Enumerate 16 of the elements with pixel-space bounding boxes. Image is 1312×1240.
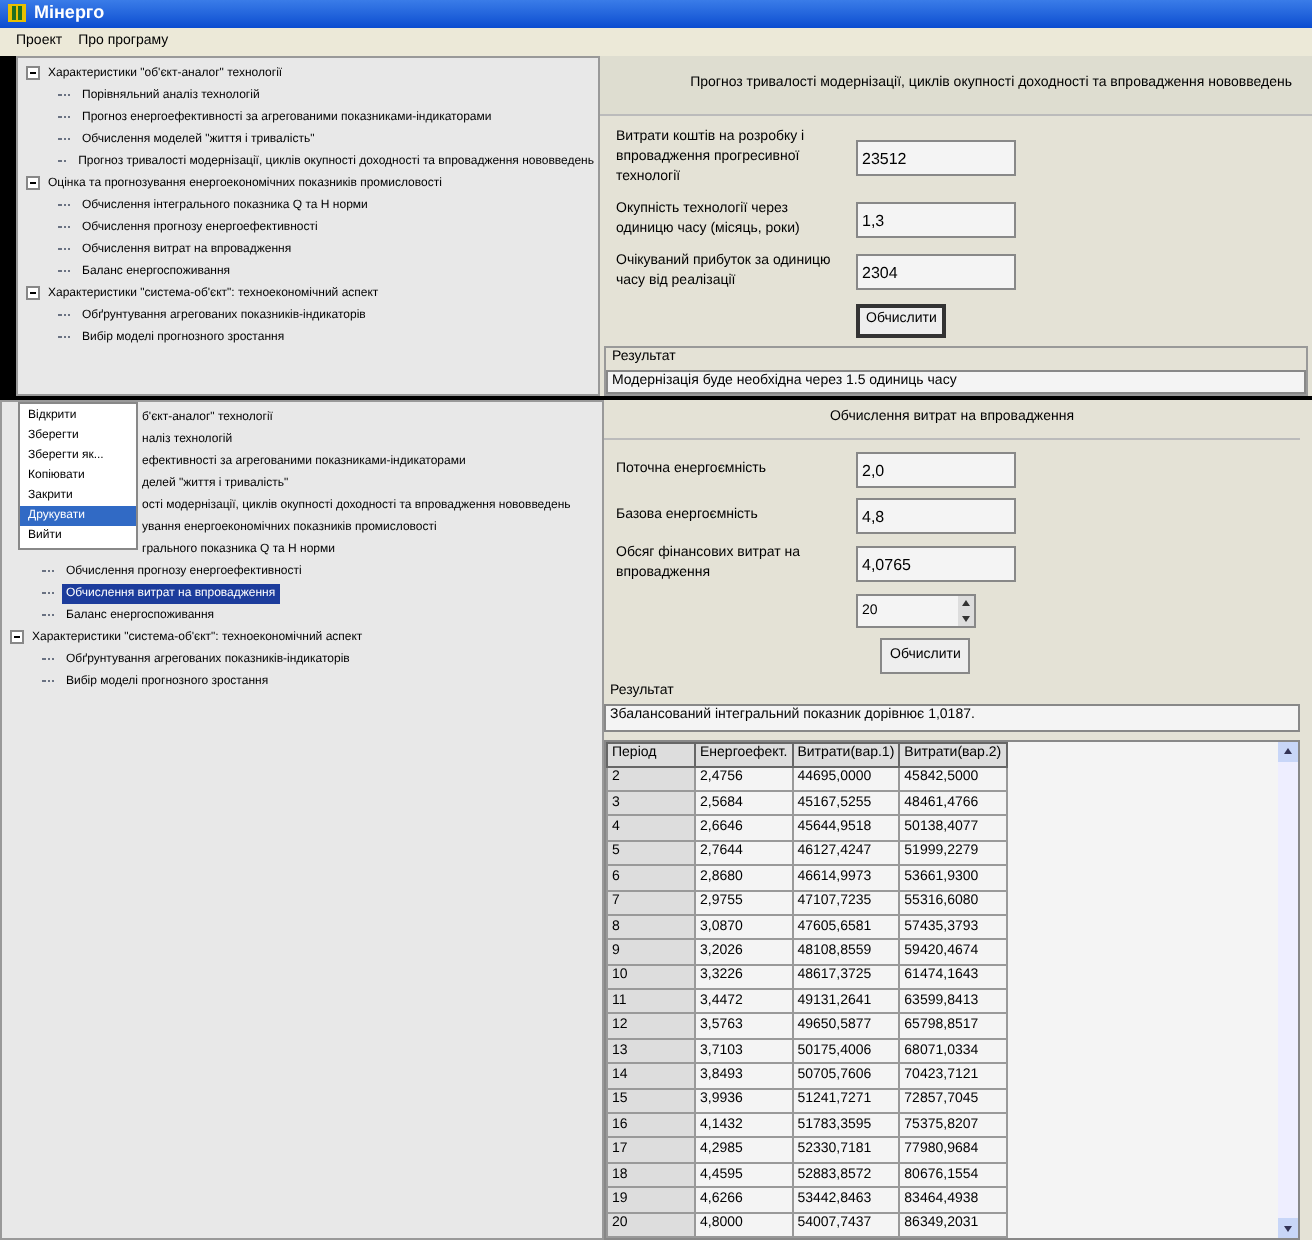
collapse-icon[interactable]	[10, 630, 24, 645]
collapse-icon[interactable]	[26, 176, 40, 191]
scroll-down-icon[interactable]	[1278, 1218, 1298, 1238]
input-field[interactable]: 4,0765	[856, 546, 1016, 583]
collapse-icon[interactable]	[26, 66, 40, 81]
scroll-up-icon[interactable]	[1278, 741, 1298, 762]
spin-arrows-icon[interactable]	[958, 596, 974, 627]
scrollbar[interactable]	[1278, 741, 1298, 1238]
input-field[interactable]: 2304	[856, 254, 1016, 291]
input-field[interactable]: 2,0	[856, 452, 1016, 489]
collapse-icon[interactable]	[26, 286, 40, 301]
window-title: Мінерго	[34, 0, 105, 26]
input-field[interactable]: 1,3	[856, 202, 1016, 239]
app-icon	[8, 4, 26, 23]
input-field[interactable]: 23512	[856, 140, 1016, 177]
input-field[interactable]: 4,8	[856, 498, 1016, 535]
